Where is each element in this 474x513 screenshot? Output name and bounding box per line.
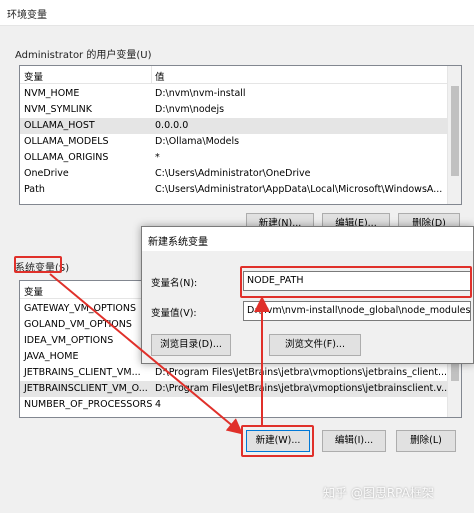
annotation-arrows [49, 273, 270, 435]
watermark: 知乎 @图思RPA框架 [323, 486, 434, 500]
arrow-to-new-button [49, 273, 244, 435]
